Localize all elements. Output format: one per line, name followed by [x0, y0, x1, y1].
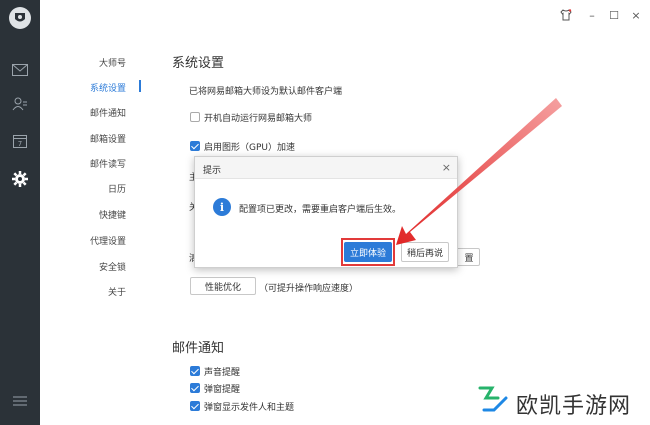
annotation-arrow [396, 98, 562, 245]
watermark-text: 欧凯手游网 [516, 394, 632, 419]
watermark-logo-icon [476, 384, 512, 414]
